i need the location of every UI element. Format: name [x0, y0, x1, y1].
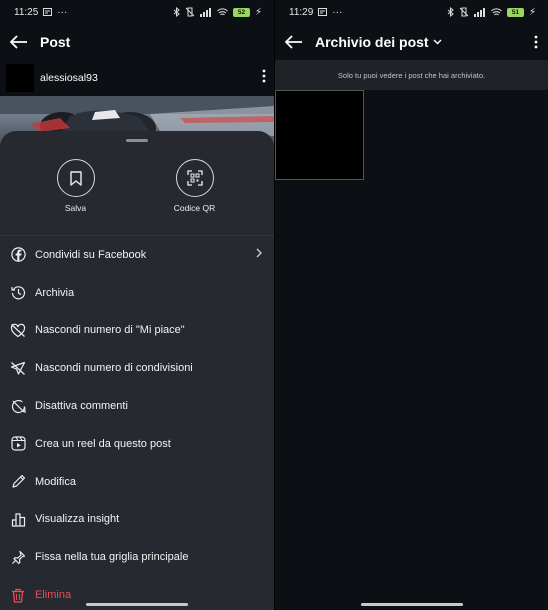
charging-icon: ⚡ [254, 6, 262, 18]
menu-item-edit[interactable]: Modifica [0, 463, 274, 501]
menu-item-hide-likes[interactable]: Nascondi numero di "Mi piace" [0, 312, 274, 350]
menu-label: Modifica [35, 475, 76, 488]
pencil-icon [10, 474, 26, 490]
notification-icon [318, 8, 328, 16]
battery-indicator: 52 [232, 7, 250, 17]
bluetooth-icon [447, 7, 454, 17]
menu-label: Crea un reel da questo post [35, 437, 171, 450]
menu-label: Elimina [35, 589, 72, 602]
menu-label: Visualizza insight [35, 513, 120, 526]
page-title: Post [40, 34, 71, 50]
quick-actions: Salva Codice QR [0, 142, 274, 226]
status-bar: 11:29 ··· 51 ⚡ [275, 0, 548, 24]
more-notifications-icon: ··· [57, 6, 68, 18]
menu-label: Nascondi numero di "Mi piace" [35, 324, 185, 337]
more-notifications-icon: ··· [332, 6, 343, 18]
menu-item-share-facebook[interactable]: Condividi su Facebook [0, 236, 274, 274]
qr-code-label: Codice QR [173, 203, 216, 213]
username[interactable]: alessiosal93 [40, 72, 256, 84]
vibrate-off-icon [459, 7, 469, 17]
left-screen: 11:25 ··· 52 ⚡ Post alessiosal93 Salva C… [0, 0, 274, 610]
app-bar: Archivio dei post [275, 24, 548, 60]
menu-label: Disattiva commenti [35, 400, 128, 413]
signal-icon [473, 7, 486, 17]
battery-indicator: 51 [506, 7, 524, 17]
reel-icon [10, 436, 26, 452]
pin-icon [10, 549, 26, 565]
facebook-icon [10, 247, 26, 263]
status-time: 11:25 [14, 6, 39, 18]
save-button[interactable]: Salva [36, 159, 116, 226]
bluetooth-icon [173, 7, 180, 17]
chevron-down-icon[interactable] [433, 39, 442, 45]
heart-off-icon [10, 322, 26, 338]
menu-item-disable-comments[interactable]: Disattiva commenti [0, 387, 274, 425]
signal-icon [199, 7, 212, 17]
wifi-icon [217, 7, 228, 17]
menu-label: Archivia [35, 286, 75, 299]
chart-icon [10, 511, 26, 527]
back-arrow-icon[interactable] [285, 35, 303, 49]
wifi-icon [491, 7, 502, 17]
menu-item-pin-to-grid[interactable]: Fissa nella tua griglia principale [0, 538, 274, 576]
share-off-icon [10, 360, 26, 376]
notification-icon [43, 8, 53, 16]
options-menu: Condividi su Facebook Archivia Nascondi … [0, 236, 274, 610]
archive-info-banner: Solo tu puoi vedere i post che hai archi… [275, 60, 548, 90]
right-screen: 11:29 ··· 51 ⚡ Archivio dei post Solo tu… [275, 0, 548, 610]
archive-icon [10, 285, 26, 301]
page-title[interactable]: Archivio dei post [315, 34, 429, 50]
more-options-icon[interactable] [262, 69, 266, 88]
home-indicator[interactable] [86, 603, 188, 606]
menu-item-view-insights[interactable]: Visualizza insight [0, 501, 274, 539]
status-time: 11:29 [289, 6, 314, 18]
vibrate-off-icon [185, 7, 195, 17]
home-indicator[interactable] [360, 603, 463, 606]
chevron-right-icon [256, 248, 262, 261]
post-header: alessiosal93 [0, 60, 274, 96]
status-bar: 11:25 ··· 52 ⚡ [0, 0, 274, 24]
avatar[interactable] [6, 64, 34, 92]
trash-icon [10, 587, 26, 603]
menu-item-archive[interactable]: Archivia [0, 274, 274, 312]
bookmark-icon [56, 159, 95, 197]
back-arrow-icon[interactable] [10, 35, 28, 49]
qr-code-icon [175, 159, 214, 197]
menu-label: Condividi su Facebook [35, 248, 147, 261]
archived-post-thumbnail[interactable] [275, 90, 364, 180]
comment-off-icon [10, 398, 26, 414]
menu-item-create-reel[interactable]: Crea un reel da questo post [0, 425, 274, 463]
save-label: Salva [64, 203, 87, 213]
menu-item-hide-shares[interactable]: Nascondi numero di condivisioni [0, 349, 274, 387]
menu-label: Fissa nella tua griglia principale [35, 551, 189, 564]
app-bar: Post [0, 24, 274, 60]
charging-icon: ⚡ [528, 6, 536, 18]
options-bottom-sheet: Salva Codice QR Condividi su Facebook Ar… [0, 131, 274, 610]
more-options-icon[interactable] [534, 35, 538, 49]
qr-code-button[interactable]: Codice QR [155, 159, 235, 226]
menu-label: Nascondi numero di condivisioni [35, 362, 193, 375]
